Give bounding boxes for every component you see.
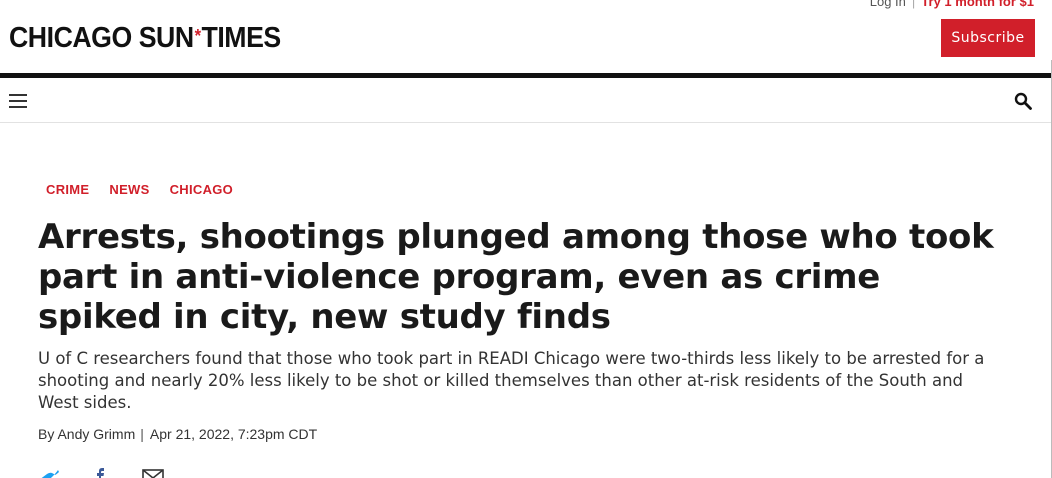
twitter-icon[interactable] xyxy=(38,468,60,478)
site-header: Log In | Try 1 month for $1 CHICAGO SUN*TI… xyxy=(0,0,1052,78)
share-bar xyxy=(38,468,164,478)
category-chicago-link[interactable]: CHICAGO xyxy=(170,182,234,197)
article-byline: By Andy Grimm | Apr 21, 2022, 7:23pm CDT xyxy=(38,426,317,442)
login-link[interactable]: Log In xyxy=(870,0,906,9)
category-news-link[interactable]: NEWS xyxy=(109,182,149,197)
article-headline: Arrests, shootings plunged among those w… xyxy=(38,217,994,337)
subscribe-button[interactable]: Subscribe xyxy=(941,19,1035,57)
category-tags: CRIME NEWS CHICAGO xyxy=(46,182,233,197)
site-logo[interactable]: CHICAGO SUN*TIMES xyxy=(9,22,281,55)
publish-date: Apr 21, 2022, 7:23pm CDT xyxy=(149,426,318,442)
email-icon[interactable] xyxy=(142,468,164,478)
search-icon[interactable] xyxy=(1014,92,1032,110)
category-crime-link[interactable]: CRIME xyxy=(46,182,89,197)
account-links: Log In | Try 1 month for $1 xyxy=(870,0,1034,9)
author-link[interactable]: By Andy Grimm xyxy=(38,426,135,442)
logo-star: * xyxy=(194,26,201,46)
account-links-divider: | xyxy=(911,0,916,9)
logo-text-left: CHICAGO SUN xyxy=(9,22,194,54)
byline-divider: | xyxy=(140,426,144,442)
logo-text-right: TIMES xyxy=(201,22,282,54)
trial-offer-link[interactable]: Try 1 month for $1 xyxy=(921,0,1034,9)
nav-bar xyxy=(0,78,1052,123)
facebook-icon[interactable] xyxy=(90,468,112,478)
article-dek: U of C researchers found that those who … xyxy=(38,349,985,412)
hamburger-menu-icon[interactable] xyxy=(9,94,27,108)
